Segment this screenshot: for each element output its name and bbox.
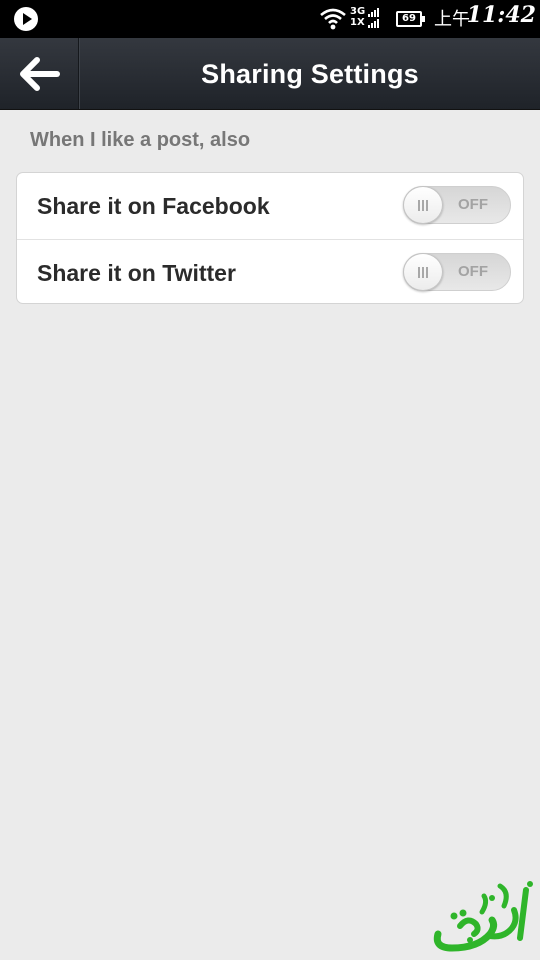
twitter-share-toggle[interactable]: OFF [403,253,511,291]
status-ampm: 上午 [434,9,470,30]
settings-list: Share it on Facebook OFF Share it on Twi… [16,172,524,304]
toggle-state-label: OFF [458,263,488,280]
setting-label: Share it on Facebook [37,193,270,219]
page-title: Sharing Settings [201,59,419,89]
setting-row-facebook[interactable]: Share it on Facebook OFF [17,173,523,239]
status-bar: 3G 1X 69 上午 11:42 [0,0,540,38]
setting-label: Share it on Twitter [37,260,236,286]
section-header: When I like a post, also [30,129,251,151]
battery-level: 69 [402,13,416,24]
back-button[interactable] [0,38,78,109]
status-time: 11:42 [466,2,536,28]
arrow-left-icon [20,56,60,91]
setting-row-twitter[interactable]: Share it on Twitter OFF [17,239,523,303]
toggle-knob[interactable] [403,186,443,224]
battery-icon: 69 [396,11,425,27]
facebook-share-toggle[interactable]: OFF [403,186,511,224]
media-play-icon [14,7,38,31]
wifi-icon [320,8,346,30]
action-bar: Sharing Settings [0,38,540,110]
signal-icon: 3G 1X [350,6,390,32]
network-type-top: 3G [350,6,366,17]
watermark-logo [433,881,533,952]
grip-icon [418,199,428,211]
toggle-knob[interactable] [403,253,443,291]
network-type-bottom: 1X [350,17,365,28]
toggle-state-label: OFF [458,196,488,213]
grip-icon [418,266,428,278]
